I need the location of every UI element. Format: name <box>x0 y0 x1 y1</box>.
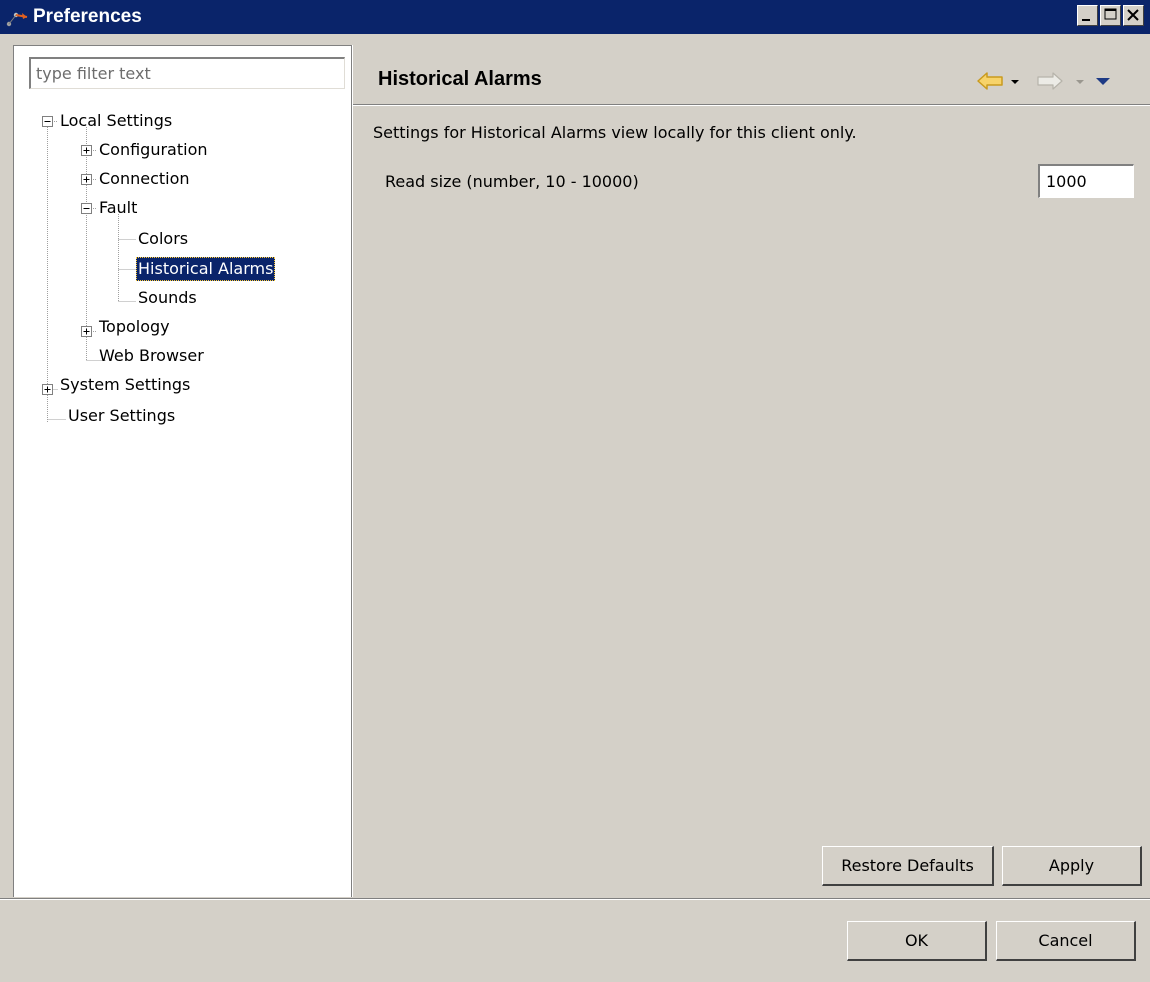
header-separator <box>353 104 1150 106</box>
preferences-icon <box>6 12 28 27</box>
title-bar[interactable]: Preferences <box>0 0 1150 34</box>
ok-button[interactable]: OK <box>847 921 987 961</box>
tree-item-user-settings[interactable]: User Settings <box>66 404 177 428</box>
navigation-toolbar <box>977 72 1110 90</box>
tree-item-topology[interactable]: Topology <box>97 315 172 339</box>
back-dropdown-icon[interactable] <box>1011 80 1019 84</box>
expand-connection-icon[interactable] <box>81 174 92 185</box>
minimize-icon <box>1082 19 1090 21</box>
maximize-icon <box>1104 8 1117 20</box>
maximize-button[interactable] <box>1100 5 1121 26</box>
view-menu-icon[interactable] <box>1096 78 1110 85</box>
page-title: Historical Alarms <box>378 68 542 90</box>
tree-item-web-browser[interactable]: Web Browser <box>97 344 206 368</box>
apply-button[interactable]: Apply <box>1002 846 1142 886</box>
restore-defaults-button[interactable]: Restore Defaults <box>822 846 994 886</box>
tree-item-system-settings[interactable]: System Settings <box>58 373 192 397</box>
back-arrow-icon[interactable] <box>977 72 1003 90</box>
expand-system-settings-icon[interactable] <box>42 384 53 395</box>
window-title: Preferences <box>33 6 142 27</box>
read-size-label: Read size (number, 10 - 10000) <box>385 172 639 191</box>
collapse-fault-icon[interactable] <box>81 203 92 214</box>
tree-item-colors[interactable]: Colors <box>136 227 190 251</box>
tree-item-local-settings[interactable]: Local Settings <box>58 109 174 133</box>
collapse-local-settings-icon[interactable] <box>42 116 53 127</box>
expand-topology-icon[interactable] <box>81 326 92 337</box>
cancel-button[interactable]: Cancel <box>996 921 1136 961</box>
expand-configuration-icon[interactable] <box>81 145 92 156</box>
pane-divider[interactable] <box>351 45 353 897</box>
forward-arrow-icon[interactable] <box>1037 72 1063 90</box>
forward-dropdown-icon[interactable] <box>1076 80 1084 84</box>
minimize-button[interactable] <box>1077 5 1098 26</box>
tree-item-sounds[interactable]: Sounds <box>136 286 199 310</box>
close-button[interactable] <box>1123 5 1144 26</box>
preferences-tree-pane: Local Settings Configuration Connection … <box>13 45 351 897</box>
read-size-input[interactable] <box>1038 164 1134 198</box>
tree-item-configuration[interactable]: Configuration <box>97 138 210 162</box>
tree-item-connection[interactable]: Connection <box>97 167 192 191</box>
dialog-button-separator <box>0 898 1150 900</box>
tree-item-fault[interactable]: Fault <box>97 196 139 220</box>
tree-expanders <box>42 116 92 395</box>
tree-item-historical-alarms[interactable]: Historical Alarms <box>136 257 276 281</box>
page-description: Settings for Historical Alarms view loca… <box>373 123 857 142</box>
close-icon <box>1127 9 1139 21</box>
